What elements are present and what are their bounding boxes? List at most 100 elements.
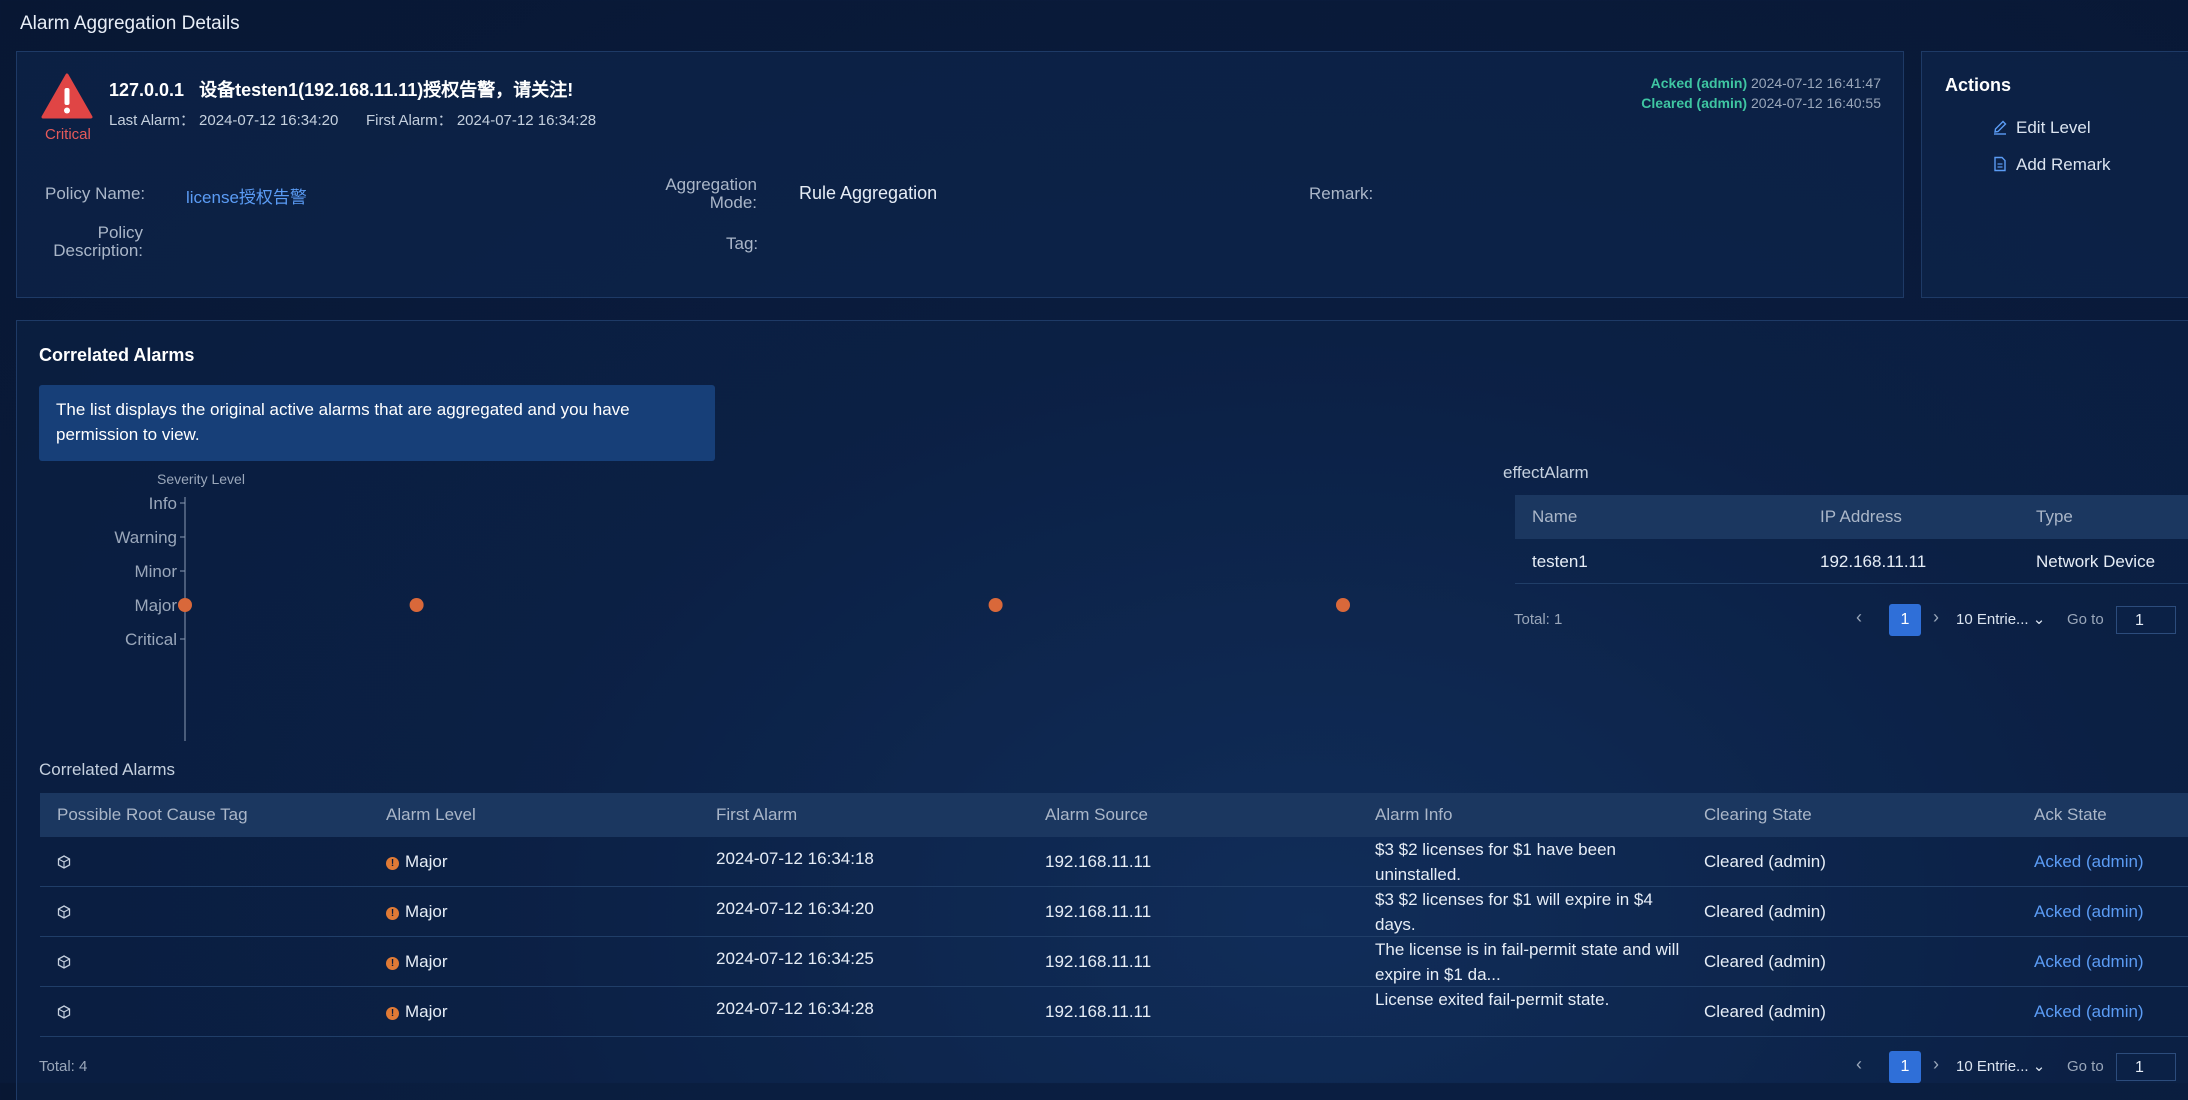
actions-panel: Actions Edit Level Add Remark	[1921, 51, 2188, 298]
alarm-level-cell: ! Major	[386, 849, 448, 874]
alarm-level-text: Major	[405, 902, 448, 921]
aggregation-mode-label-line2: Mode:	[709, 193, 757, 212]
major-severity-icon: !	[386, 1007, 399, 1020]
effect-entries-label: 10 Entrie...	[1956, 611, 2029, 628]
first-alarm-cell: 2024-07-12 16:34:25	[716, 949, 874, 968]
alarm-level-cell: ! Major	[386, 949, 448, 974]
correlated-alarms-panel: Correlated Alarms The list displays the …	[16, 320, 2188, 1100]
y-tick-label: Critical	[125, 630, 177, 649]
first-alarm-cell: 2024-07-12 16:34:28	[716, 999, 874, 1018]
first-alarm-label: First Alarm：	[366, 112, 453, 129]
chevron-down-icon: ⌄	[2032, 611, 2046, 628]
first-alarm-cell: 2024-07-12 16:34:18	[716, 849, 874, 868]
root-cause-tag-icon[interactable]	[57, 955, 71, 969]
last-alarm-label: Last Alarm：	[109, 112, 195, 129]
data-point	[409, 598, 424, 612]
alarm-level-text: Major	[405, 1002, 448, 1021]
first-alarm-value: 2024-07-12 16:34:28	[456, 112, 597, 129]
col-alarm-source: Alarm Source	[1045, 805, 1148, 824]
ack-state-cell[interactable]: Acked (admin)	[2034, 949, 2144, 974]
correlated-section-title: Correlated Alarms	[39, 345, 195, 365]
alarm-info-cell: $3 $2 licenses for $1 will expire in $4 …	[1375, 890, 1653, 934]
clearing-state-cell: Cleared (admin)	[1704, 952, 1826, 971]
policy-name-label: Policy Name:	[45, 184, 146, 203]
ack-state-cell[interactable]: Acked (admin)	[2034, 999, 2144, 1024]
effect-table-row[interactable]: testen1 192.168.11.11 Network Device	[1515, 539, 2188, 583]
remark-label: Remark:	[1309, 184, 1374, 203]
alarm-source-cell: 192.168.11.11	[1045, 852, 1152, 871]
correlated-next-page-icon[interactable]: ›	[1933, 1054, 1939, 1075]
edit-level-label: Edit Level	[2016, 118, 2091, 137]
root-cause-tag-icon[interactable]	[57, 1005, 71, 1019]
severity-label: Critical	[45, 126, 91, 143]
effect-goto-input[interactable]: 1	[2116, 606, 2176, 634]
effect-alarm-title: effectAlarm	[1503, 463, 1589, 482]
row-divider	[40, 1036, 2188, 1037]
alarm-message: 设备testen1(192.168.11.11)授权告警，请关注!	[199, 80, 574, 100]
warning-icon	[41, 72, 93, 120]
edit-level-button[interactable]: Edit Level	[1992, 118, 2091, 138]
correlated-page-button[interactable]: 1	[1889, 1051, 1921, 1083]
y-tick-label: Major	[134, 596, 177, 615]
col-alarm-level: Alarm Level	[386, 805, 476, 824]
major-severity-icon: !	[386, 957, 399, 970]
alarm-level-cell: ! Major	[386, 999, 448, 1024]
effect-cell-type: Network Device	[2036, 552, 2156, 571]
policy-description-label-line1: Policy	[97, 223, 143, 242]
correlated-goto-label: Go to	[2067, 1058, 2104, 1075]
cleared-status: Cleared (admin) 2024-07-12 16:40:55	[1641, 95, 1881, 111]
effect-cell-ip: 192.168.11.11	[1820, 552, 1927, 571]
policy-name-link[interactable]: license授权告警	[186, 183, 307, 208]
y-tick-label: Minor	[134, 562, 177, 581]
effect-table-header: Name IP Address Type	[1515, 495, 2188, 539]
cleared-label: Cleared (admin)	[1641, 95, 1748, 111]
y-axis-title: Severity Level	[157, 471, 245, 487]
info-banner: The list displays the original active al…	[39, 385, 715, 461]
alarm-source-cell: 192.168.11.11	[1045, 952, 1152, 971]
table-row[interactable]: ! Major 2024-07-12 16:34:18 192.168.11.11 $3…	[40, 837, 2188, 886]
root-cause-tag-icon[interactable]	[57, 855, 71, 869]
effect-col-name: Name	[1532, 507, 1578, 526]
actions-title: Actions	[1945, 75, 2012, 95]
effect-page-button[interactable]: 1	[1889, 604, 1921, 636]
add-remark-button[interactable]: Add Remark	[1992, 155, 2110, 175]
document-icon	[1994, 156, 2006, 172]
severity-timeline-chart: Severity Level Info Warning Minor Major Criti…	[114, 471, 1350, 741]
y-tick-label: Warning	[114, 528, 177, 547]
alarm-source-cell: 192.168.11.11	[1045, 902, 1152, 921]
table-row[interactable]: ! Major 2024-07-12 16:34:25 192.168.11.11 Th…	[40, 937, 2188, 986]
effect-cell-name: testen1	[1532, 552, 1588, 571]
clearing-state-cell: Cleared (admin)	[1704, 1002, 1826, 1021]
first-alarm: First Alarm： 2024-07-12 16:34:28	[366, 109, 596, 130]
col-alarm-info: Alarm Info	[1375, 805, 1453, 824]
major-severity-icon: !	[386, 907, 399, 920]
aggregation-mode-value: Rule Aggregation	[799, 183, 938, 203]
ack-state-cell[interactable]: Acked (admin)	[2034, 849, 2144, 874]
effect-prev-page-icon[interactable]: ‹	[1856, 607, 1862, 628]
effect-entries-select[interactable]: 10 Entrie... ⌄	[1956, 610, 2045, 628]
col-ack-state: Ack State	[2034, 805, 2107, 824]
acked-label: Acked (admin)	[1650, 75, 1748, 91]
table-row[interactable]: ! Major 2024-07-12 16:34:20 192.168.11.11 $3…	[40, 887, 2188, 936]
root-cause-tag-icon[interactable]	[57, 905, 71, 919]
major-severity-icon: !	[386, 857, 399, 870]
clearing-state-cell: Cleared (admin)	[1704, 852, 1826, 871]
aggregation-mode-label-line1: Aggregation	[665, 175, 757, 194]
alarm-level-text: Major	[405, 852, 448, 871]
data-point	[1336, 598, 1350, 612]
alarm-info-cell: License exited fail-permit state.	[1375, 990, 1610, 1009]
correlated-goto-input[interactable]: 1	[2116, 1053, 2176, 1081]
add-remark-label: Add Remark	[2016, 155, 2111, 174]
table-row[interactable]: ! Major 2024-07-12 16:34:28 192.168.11.11 Li…	[40, 987, 2188, 1036]
alarm-info-cell: The license is in fail-permit state and …	[1375, 940, 1680, 984]
effect-next-page-icon[interactable]: ›	[1933, 607, 1939, 628]
last-alarm: Last Alarm： 2024-07-12 16:34:20	[109, 109, 338, 130]
acked-time: 2024-07-12 16:41:47	[1751, 75, 1881, 91]
correlated-entries-select[interactable]: 10 Entrie... ⌄	[1956, 1057, 2045, 1075]
page-title: Alarm Aggregation Details	[20, 13, 240, 34]
ack-state-cell[interactable]: Acked (admin)	[2034, 899, 2144, 924]
chevron-down-icon: ⌄	[2032, 1058, 2046, 1075]
alarm-ip: 127.0.0.1	[109, 80, 185, 100]
correlated-prev-page-icon[interactable]: ‹	[1856, 1054, 1862, 1075]
acked-status: Acked (admin) 2024-07-12 16:41:47	[1651, 75, 1881, 91]
